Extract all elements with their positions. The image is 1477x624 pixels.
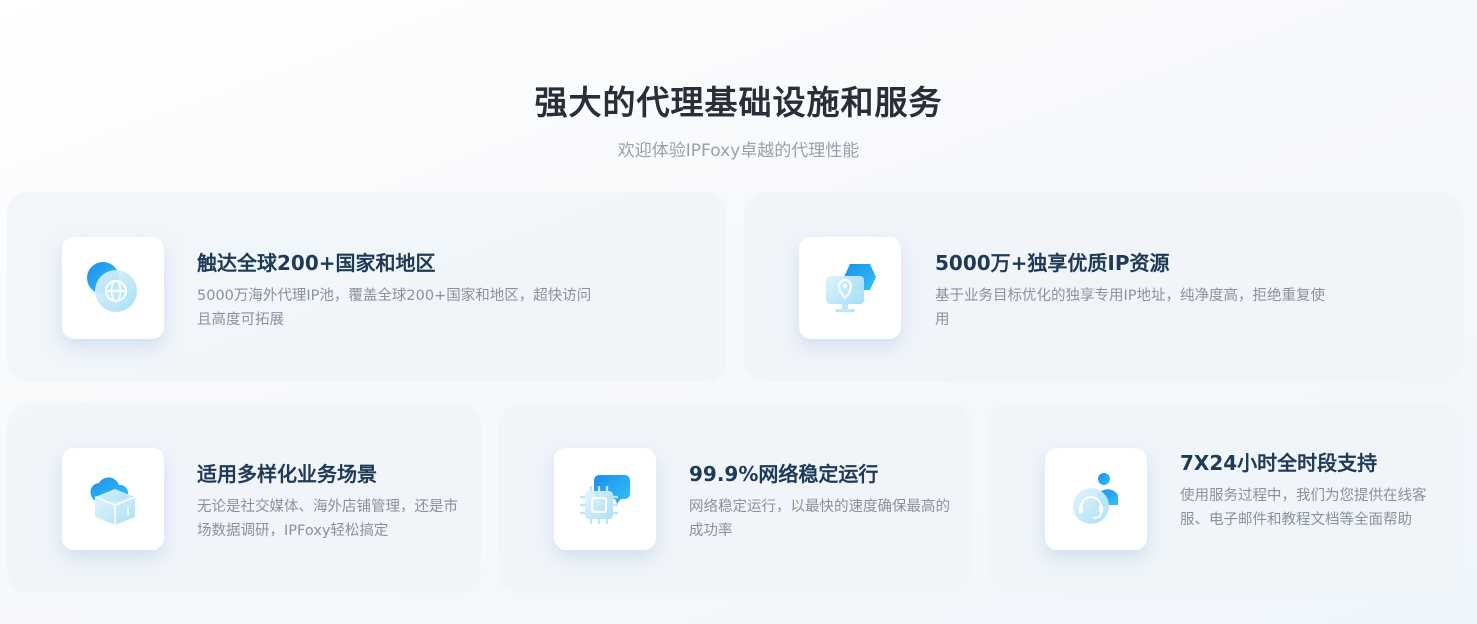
feature-description: 网络稳定运行，以最快的速度确保最高的成功率 <box>689 499 950 539</box>
chip-icon <box>554 448 656 550</box>
cube-cloud-icon <box>62 448 164 550</box>
feature-description: 5000万海外代理IP池，覆盖全球200+国家和地区，超快访问且高度可拓展 <box>197 288 592 328</box>
feature-card-24-7-support: 7X24小时全时段支持 使用服务过程中，我们为您提供在线客服、电子邮件和教程文档… <box>989 403 1463 593</box>
globe-icon <box>62 237 164 339</box>
feature-title: 适用多样化业务场景 <box>197 462 377 486</box>
feature-card-dedicated-ip: 5000万+独享优质IP资源 基于业务目标优化的独享专用IP地址，纯净度高，拒绝… <box>744 192 1463 382</box>
feature-description: 基于业务目标优化的独享专用IP地址，纯净度高，拒绝重复使用 <box>935 288 1326 328</box>
page-subtitle: 欢迎体验IPFoxy卓越的代理性能 <box>617 141 860 161</box>
support-headset-icon <box>1045 448 1147 550</box>
feature-card-network-stability: 99.9%网络稳定运行 网络稳定运行，以最快的速度确保最高的成功率 <box>499 403 971 593</box>
location-monitor-icon <box>799 237 901 339</box>
feature-card-business-scenarios: 适用多样化业务场景 无论是社交媒体、海外店铺管理，还是市场数据调研，IPFoxy… <box>7 403 481 593</box>
feature-title: 7X24小时全时段支持 <box>1180 451 1378 475</box>
feature-description: 使用服务过程中，我们为您提供在线客服、电子邮件和教程文档等全面帮助 <box>1180 488 1427 528</box>
feature-title: 99.9%网络稳定运行 <box>689 462 879 486</box>
page-title: 强大的代理基础设施和服务 <box>534 83 943 122</box>
feature-title: 5000万+独享优质IP资源 <box>935 251 1170 275</box>
feature-card-global-coverage: 触达全球200+国家和地区 5000万海外代理IP池，覆盖全球200+国家和地区… <box>7 192 726 382</box>
feature-description: 无论是社交媒体、海外店铺管理，还是市场数据调研，IPFoxy轻松搞定 <box>197 499 458 539</box>
feature-title: 触达全球200+国家和地区 <box>197 251 436 275</box>
